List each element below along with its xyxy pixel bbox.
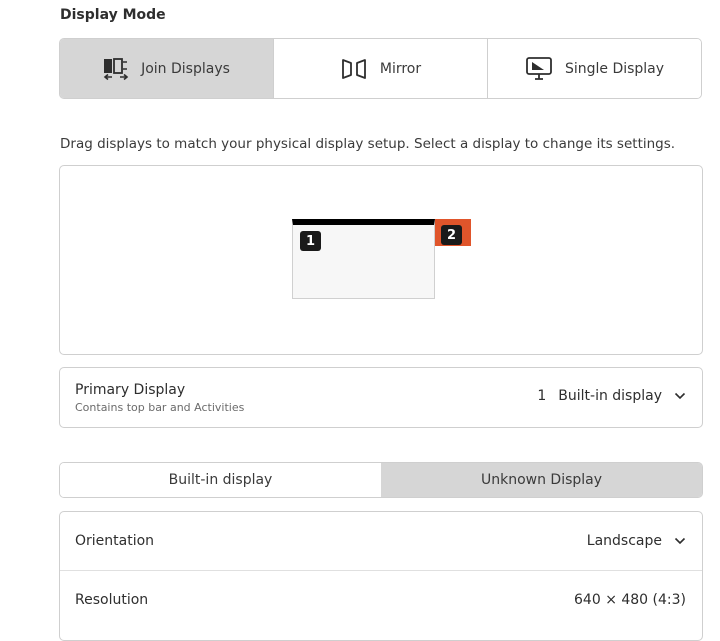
chevron-down-icon [674,537,686,545]
resolution-label: Resolution [75,592,149,608]
mirror-icon [340,57,368,81]
mirror-button[interactable]: Mirror [274,39,488,98]
arrangement-hint: Drag displays to match your physical dis… [60,136,676,152]
primary-display-number: 1 [537,388,547,404]
join-displays-label: Join Displays [141,60,230,77]
orientation-dropdown[interactable]: Landscape [587,533,686,549]
primary-display-value: Built-in display [558,388,662,404]
resolution-value-container[interactable]: 640 × 480 (4:3) [574,592,686,608]
display-mode-toggle-group: Join Displays Mirror Single Display [59,38,702,99]
display-2-badge: 2 [441,225,462,245]
mirror-label: Mirror [379,60,422,77]
single-display-button[interactable]: Single Display [488,39,701,98]
display-1-monitor[interactable]: 1 [292,219,435,299]
orientation-row[interactable]: Orientation Landscape [60,512,702,571]
chevron-down-icon [674,392,686,400]
primary-display-title: Primary Display [75,382,186,398]
single-display-label: Single Display [564,60,665,77]
tab-unknown-display[interactable]: Unknown Display [381,463,702,497]
display-2-monitor[interactable]: 2 [435,219,471,246]
display-tabs: Built-in display Unknown Display [59,462,703,498]
display-1-badge: 1 [300,231,321,251]
primary-display-row[interactable]: Primary Display Contains top bar and Act… [59,367,703,428]
display-mode-title: Display Mode [60,7,166,23]
join-displays-icon [103,57,129,81]
display-arrangement-area[interactable]: 1 2 [59,165,703,355]
single-display-icon [525,56,553,82]
resolution-row[interactable]: Resolution 640 × 480 (4:3) [60,571,702,630]
orientation-value: Landscape [586,533,662,549]
orientation-label: Orientation [75,533,155,549]
display-settings-list: Orientation Landscape Resolution 640 × 4… [59,511,703,641]
primary-display-dropdown[interactable]: 1 Built-in display [537,388,686,404]
join-displays-button[interactable]: Join Displays [60,39,274,98]
primary-display-subtitle: Contains top bar and Activities [75,401,245,414]
tab-built-in-display[interactable]: Built-in display [60,463,381,497]
resolution-value: 640 × 480 (4:3) [574,592,686,608]
